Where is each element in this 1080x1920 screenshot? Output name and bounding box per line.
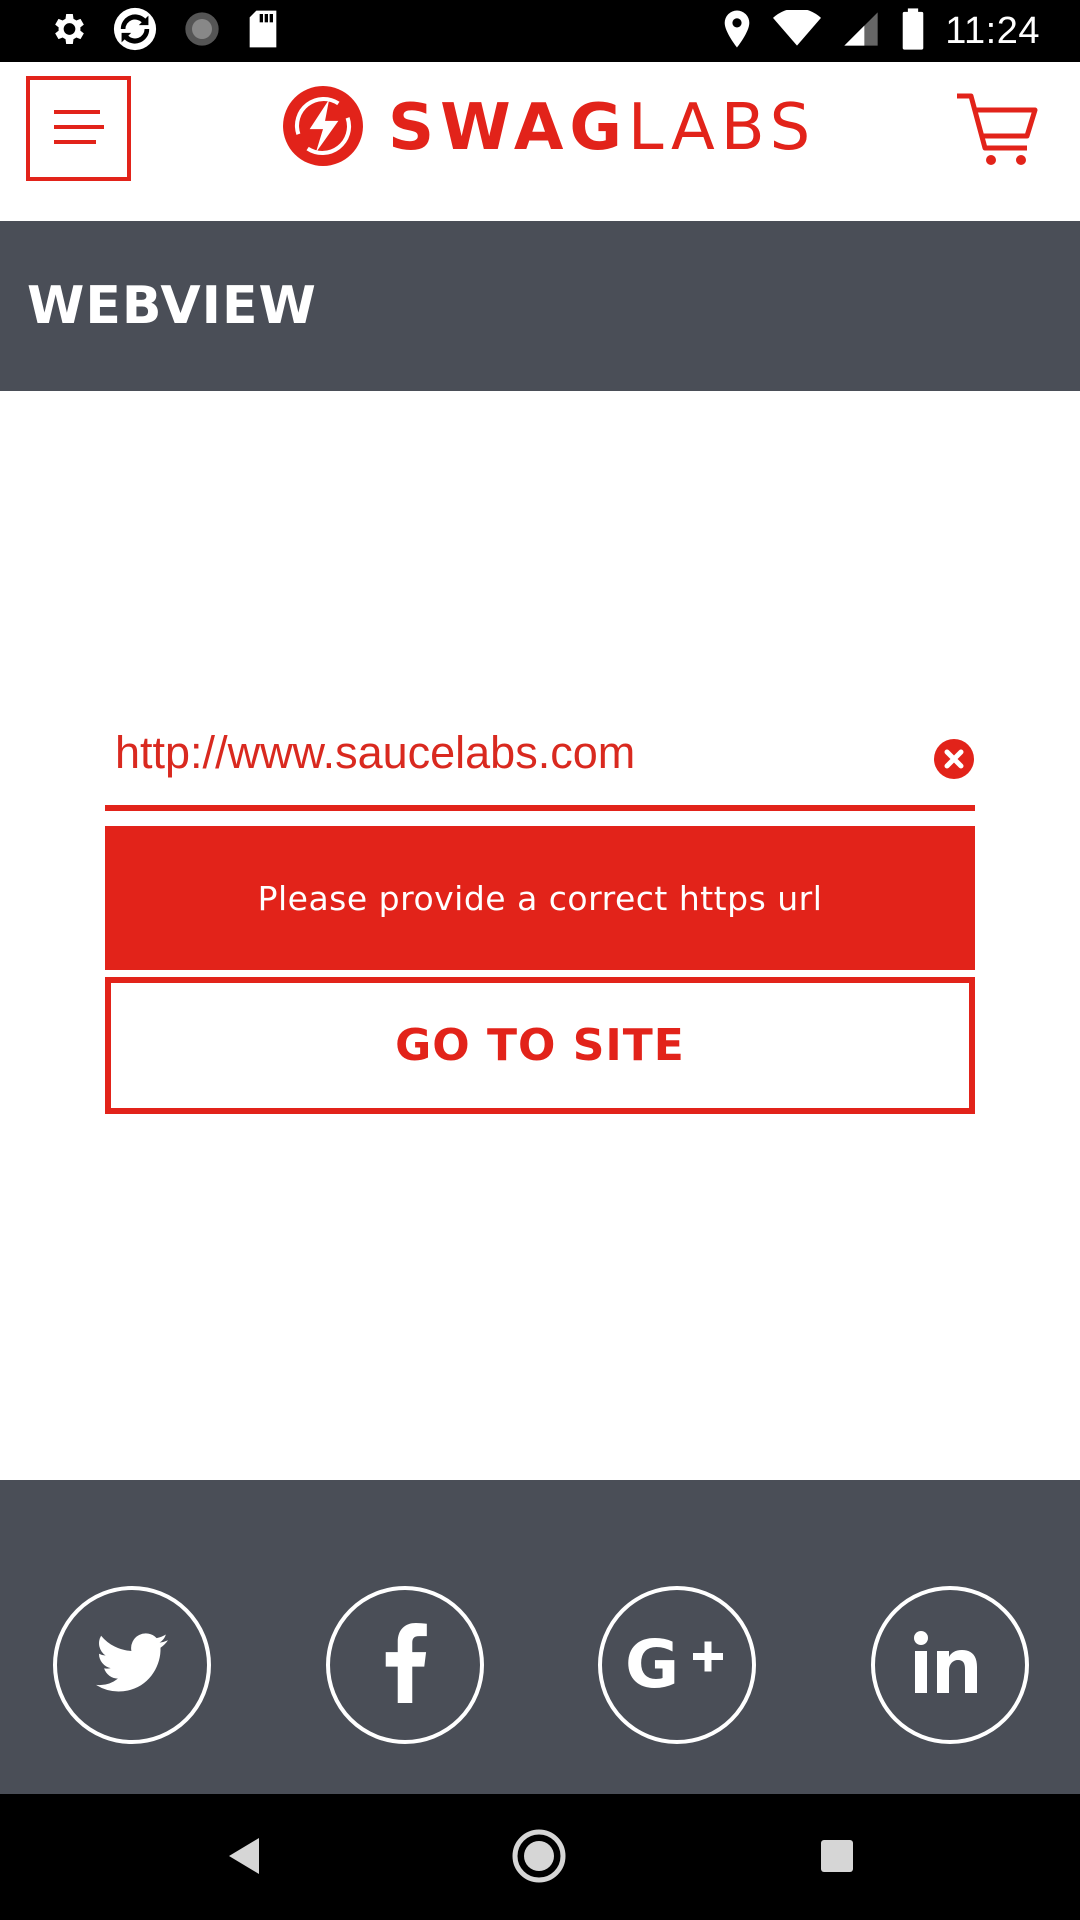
page-title-bar: WEBVIEW xyxy=(0,221,1080,391)
lightning-bolt-icon xyxy=(282,85,364,171)
twitter-button[interactable] xyxy=(53,1586,211,1744)
error-message-text: Please provide a correct https url xyxy=(257,878,823,918)
linkedin-icon xyxy=(913,1631,987,1699)
footer: G xyxy=(0,1480,1080,1794)
nav-back-button[interactable] xyxy=(215,1830,271,1886)
cart-button[interactable] xyxy=(955,90,1039,168)
facebook-button[interactable] xyxy=(326,1586,484,1744)
sync-icon xyxy=(112,6,158,56)
facebook-icon xyxy=(383,1623,427,1707)
page-title: WEBVIEW xyxy=(27,276,317,336)
nav-recents-button[interactable] xyxy=(809,1830,865,1886)
system-nav-bar xyxy=(0,1794,1080,1920)
loading-icon xyxy=(182,9,222,53)
cart-icon xyxy=(955,93,1039,172)
gear-icon xyxy=(48,9,88,53)
google-plus-button[interactable]: G xyxy=(598,1586,756,1744)
sd-card-icon xyxy=(246,9,280,53)
menu-button[interactable] xyxy=(26,76,131,181)
nav-home-button[interactable] xyxy=(511,1828,567,1888)
url-input[interactable]: http://www.saucelabs.com xyxy=(105,715,975,811)
svg-text:G: G xyxy=(625,1631,679,1695)
go-to-site-button[interactable]: GO TO SITE xyxy=(105,977,975,1114)
location-icon xyxy=(721,9,753,53)
signal-icon xyxy=(841,9,881,53)
go-to-site-label: GO TO SITE xyxy=(395,1020,685,1071)
battery-icon xyxy=(901,8,925,54)
status-bar: 11:24 xyxy=(0,0,1080,62)
clear-input-button[interactable] xyxy=(933,738,975,780)
url-input-value: http://www.saucelabs.com xyxy=(115,727,636,778)
linkedin-button[interactable] xyxy=(871,1586,1029,1744)
status-bar-left xyxy=(48,7,280,53)
recents-icon xyxy=(817,1836,857,1880)
logo-text: SWAGLABS xyxy=(388,96,816,160)
twitter-icon xyxy=(96,1633,168,1697)
swag-labs-logo: SWAGLABS xyxy=(282,86,816,170)
status-bar-right: 11:24 xyxy=(721,6,1040,56)
clock: 11:24 xyxy=(945,9,1040,52)
logo-text-light: LABS xyxy=(627,91,817,165)
error-message: Please provide a correct https url xyxy=(105,826,975,970)
menu-icon xyxy=(50,106,108,152)
wifi-icon xyxy=(773,8,822,52)
back-icon xyxy=(223,1834,263,1882)
google-plus-icon: G xyxy=(625,1626,729,1703)
home-icon xyxy=(511,1828,567,1888)
logo-text-bold: SWAG xyxy=(388,91,628,165)
close-icon xyxy=(933,739,975,790)
app-header: SWAGLABS xyxy=(0,62,1080,221)
